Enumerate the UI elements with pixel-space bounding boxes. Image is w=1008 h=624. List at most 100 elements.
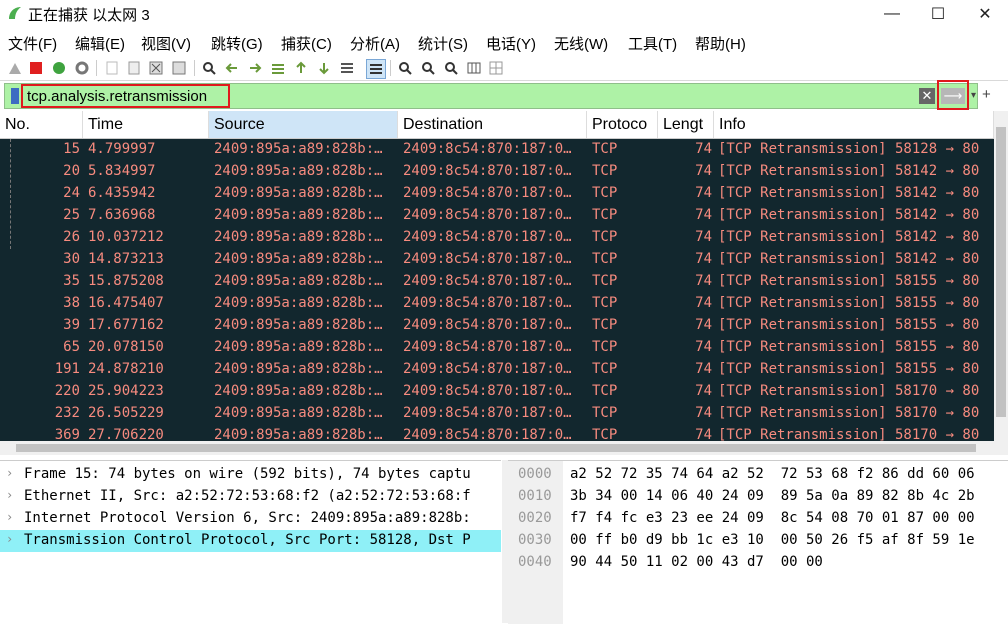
- expand-arrow-icon[interactable]: ›: [6, 510, 13, 524]
- packet-row[interactable]: 369 27.706220 2409:895a:a89:828b:… 2409:8c5…: [0, 425, 994, 441]
- packet-row[interactable]: 38 16.475407 2409:895a:a89:828b:… 2409:8c54…: [0, 293, 994, 315]
- packet-cell-no: 30: [63, 251, 80, 267]
- packet-row[interactable]: 25 7.636968 2409:895a:a89:828b:… 2409:8c54:…: [0, 205, 994, 227]
- column-header-no[interactable]: No.: [0, 111, 83, 138]
- packet-cell-no: 232: [54, 405, 80, 421]
- layout-icon[interactable]: [487, 59, 505, 77]
- packet-cell-source: 2409:895a:a89:828b:…: [214, 339, 383, 355]
- resize-columns-icon[interactable]: [465, 59, 483, 77]
- close-file-icon[interactable]: [147, 59, 165, 77]
- menu-view[interactable]: 视图(V): [141, 33, 191, 54]
- detail-row-tcp[interactable]: › Transmission Control Protocol, Src Port…: [0, 530, 501, 552]
- open-file-icon[interactable]: [103, 59, 121, 77]
- packet-row[interactable]: 65 20.078150 2409:895a:a89:828b:… 2409:8c54…: [0, 337, 994, 359]
- packet-cell-protocol: TCP: [592, 361, 618, 377]
- expand-arrow-icon[interactable]: ›: [6, 488, 13, 502]
- menu-statistics[interactable]: 统计(S): [418, 33, 468, 54]
- close-button[interactable]: ✕: [962, 0, 1008, 28]
- maximize-button[interactable]: ☐: [915, 0, 961, 28]
- vscroll-thumb[interactable]: [996, 127, 1006, 417]
- shark-fin-start-icon[interactable]: [6, 59, 24, 77]
- column-header-info[interactable]: Info: [714, 111, 994, 138]
- first-packet-icon[interactable]: [292, 59, 310, 77]
- add-filter-button-icon[interactable]: +: [982, 86, 991, 103]
- filter-highlight-box: [21, 84, 230, 108]
- packet-cell-length: 74: [695, 273, 712, 289]
- minimize-button[interactable]: —: [869, 0, 915, 28]
- packet-row[interactable]: 35 15.875208 2409:895a:a89:828b:… 2409:8c54…: [0, 271, 994, 293]
- packet-cell-no: 38: [63, 295, 80, 311]
- packet-cell-length: 74: [695, 163, 712, 179]
- column-header-protocol[interactable]: Protoco: [587, 111, 658, 138]
- packet-row[interactable]: 191 24.878210 2409:895a:a89:828b:… 2409:8c5…: [0, 359, 994, 381]
- filter-history-dropdown-icon[interactable]: ▾: [971, 90, 976, 101]
- autoscroll-icon[interactable]: [338, 59, 356, 77]
- packet-cell-source: 2409:895a:a89:828b:…: [214, 141, 383, 157]
- packet-cell-protocol: TCP: [592, 251, 618, 267]
- column-header-time[interactable]: Time: [83, 111, 209, 138]
- restart-icon[interactable]: [50, 59, 68, 77]
- wireshark-app-icon: [9, 7, 21, 19]
- goto-packet-icon[interactable]: [269, 59, 287, 77]
- packet-row[interactable]: 20 5.834997 2409:895a:a89:828b:… 2409:8c54:…: [0, 161, 994, 183]
- expand-arrow-icon[interactable]: ›: [6, 466, 13, 480]
- detail-row-ethernet[interactable]: › Ethernet II, Src: a2:52:72:53:68:f2 (a2…: [0, 486, 501, 508]
- back-arrow-icon[interactable]: [223, 59, 241, 77]
- stop-icon[interactable]: [27, 59, 45, 77]
- hscroll-thumb[interactable]: [16, 444, 976, 452]
- packet-cell-time: 16.475407: [88, 295, 164, 311]
- reload-icon[interactable]: [170, 59, 188, 77]
- packet-list-hscrollbar[interactable]: [0, 441, 1008, 455]
- packet-cell-protocol: TCP: [592, 317, 618, 333]
- column-header-length[interactable]: Lengt: [658, 111, 714, 138]
- packet-list-vscrollbar[interactable]: [994, 111, 1008, 441]
- menu-analyze[interactable]: 分析(A): [350, 33, 400, 54]
- main-toolbar: [0, 56, 1008, 81]
- options-gear-icon[interactable]: [73, 59, 91, 77]
- byte-row[interactable]: 0000 a2 52 72 35 74 64 a2 52 72 53 68 f2 …: [508, 464, 1008, 486]
- packet-bytes-pane: 0000 a2 52 72 35 74 64 a2 52 72 53 68 f2 …: [508, 460, 1008, 624]
- packet-row[interactable]: 30 14.873213 2409:895a:a89:828b:… 2409:8c54…: [0, 249, 994, 271]
- byte-row[interactable]: 0020 f7 f4 fc e3 23 ee 24 09 8c 54 08 70 …: [508, 508, 1008, 530]
- forward-arrow-icon[interactable]: [246, 59, 264, 77]
- packet-row[interactable]: 15 4.799997 2409:895a:a89:828b:… 2409:8c54:…: [0, 139, 994, 161]
- menu-tools[interactable]: 工具(T): [628, 33, 677, 54]
- packet-cell-protocol: TCP: [592, 273, 618, 289]
- byte-row[interactable]: 0030 00 ff b0 d9 bb 1c e3 10 00 50 26 f5 …: [508, 530, 1008, 552]
- packet-cell-destination: 2409:8c54:870:187:0…: [403, 317, 572, 333]
- packet-cell-no: 65: [63, 339, 80, 355]
- expand-arrow-icon[interactable]: ›: [6, 532, 13, 546]
- colorize-icon[interactable]: [366, 59, 386, 79]
- menu-edit[interactable]: 编辑(E): [75, 33, 125, 54]
- packet-row[interactable]: 220 25.904223 2409:895a:a89:828b:… 2409:8c5…: [0, 381, 994, 403]
- packet-row[interactable]: 39 17.677162 2409:895a:a89:828b:… 2409:8c54…: [0, 315, 994, 337]
- packet-cell-time: 7.636968: [88, 207, 156, 223]
- menu-capture[interactable]: 捕获(C): [281, 33, 332, 54]
- byte-row[interactable]: 0040 90 44 50 11 02 00 43 d7 00 00: [508, 552, 1008, 574]
- packet-cell-destination: 2409:8c54:870:187:0…: [403, 185, 572, 201]
- packet-row[interactable]: 232 26.505229 2409:895a:a89:828b:… 2409:8c5…: [0, 403, 994, 425]
- save-file-icon[interactable]: [125, 59, 143, 77]
- menu-telephony[interactable]: 电话(Y): [486, 33, 536, 54]
- packet-cell-info: [TCP Retransmission] 58170 → 80: [718, 383, 980, 399]
- zoom-reset-icon[interactable]: [442, 59, 460, 77]
- menu-wireless[interactable]: 无线(W): [554, 33, 608, 54]
- search-icon[interactable]: [200, 59, 218, 77]
- zoom-out-icon[interactable]: [419, 59, 437, 77]
- packet-row[interactable]: 24 6.435942 2409:895a:a89:828b:… 2409:8c54:…: [0, 183, 994, 205]
- menu-help[interactable]: 帮助(H): [695, 33, 746, 54]
- clear-filter-icon[interactable]: ✕: [919, 88, 935, 104]
- menu-go[interactable]: 跳转(G): [211, 33, 263, 54]
- packet-row[interactable]: 26 10.037212 2409:895a:a89:828b:… 2409:8c54…: [0, 227, 994, 249]
- byte-row[interactable]: 0010 3b 34 00 14 06 40 24 09 89 5a 0a 89 …: [508, 486, 1008, 508]
- detail-row-frame[interactable]: › Frame 15: 74 bytes on wire (592 bits), …: [0, 464, 501, 486]
- display-filter-input[interactable]: tcp.analysis.retransmission ✕ ⟶ ▾: [4, 80, 978, 110]
- last-packet-icon[interactable]: [315, 59, 333, 77]
- packet-cell-time: 27.706220: [88, 427, 164, 441]
- column-header-destination[interactable]: Destination: [398, 111, 587, 138]
- zoom-in-icon[interactable]: [396, 59, 414, 77]
- column-header-source[interactable]: Source: [209, 111, 398, 138]
- filter-bookmark-icon[interactable]: [11, 88, 19, 104]
- menu-file[interactable]: 文件(F): [8, 33, 57, 54]
- detail-row-ipv6[interactable]: › Internet Protocol Version 6, Src: 2409:…: [0, 508, 501, 530]
